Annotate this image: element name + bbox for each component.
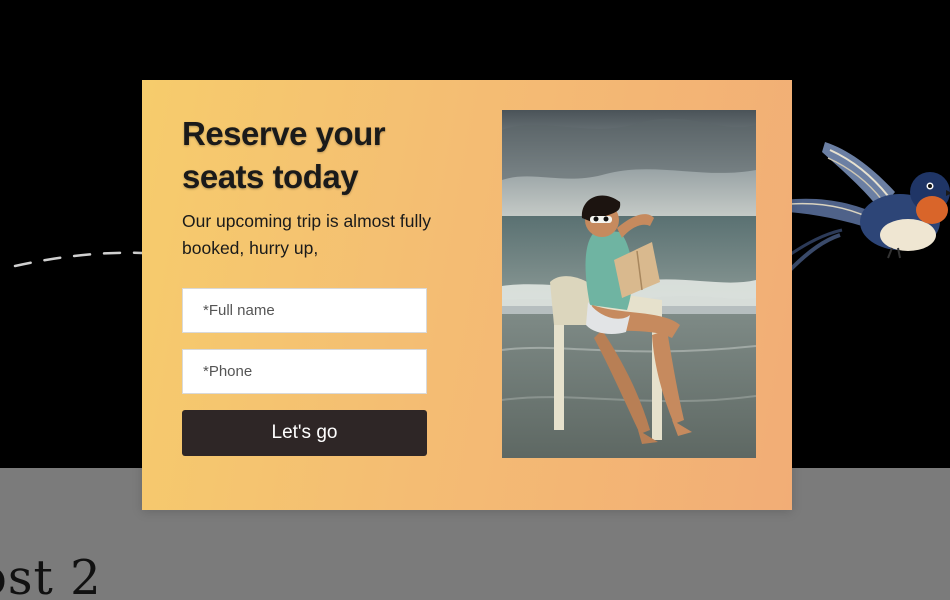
post-title[interactable]: ost 2 <box>0 550 102 600</box>
page: ost 2 Reserve your seats today Our upcom… <box>0 0 950 600</box>
reservation-popup: Reserve your seats today Our upcoming tr… <box>142 80 792 510</box>
full-name-input[interactable] <box>182 288 427 333</box>
popup-heading: Reserve your seats today <box>182 115 386 195</box>
beach-reading-image <box>502 110 756 458</box>
phone-input[interactable] <box>182 349 427 394</box>
popup-photo <box>502 110 756 458</box>
lets-go-button[interactable]: Let's go <box>182 410 427 456</box>
popup-subtext: Our upcoming trip is almost fully booked… <box>182 211 431 258</box>
swallow-bird-icon <box>784 142 950 272</box>
